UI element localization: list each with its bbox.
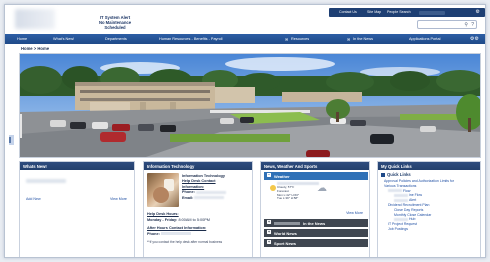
redacted-text: [274, 222, 300, 226]
alert-subtitle: No Maintenance Scheduled: [98, 20, 132, 30]
sport-news-header[interactable]: + Sport News: [264, 239, 368, 247]
panel-title: My Quick Links: [378, 162, 480, 170]
utility-bar: Contact Us Site Map People Search ⚙: [329, 8, 485, 17]
nav-whats-new[interactable]: What's New!: [53, 37, 74, 41]
people-search-link[interactable]: People Search: [387, 10, 411, 14]
building-photo: [20, 54, 480, 157]
settings-icons[interactable]: ⚙⚙: [470, 36, 479, 42]
whats-new-panel: Whats New! Add New View More: [19, 161, 135, 257]
breadcrumb: Home > Home: [21, 46, 50, 51]
quick-links-list: Approval Policies and Authorization Limi…: [384, 179, 480, 232]
hand: [153, 187, 169, 203]
redacted-text: [394, 217, 408, 221]
site-logo[interactable]: [15, 9, 55, 29]
scroll-handle[interactable]: [475, 257, 478, 258]
in-the-news-label: In the News: [303, 220, 326, 226]
cloud-icon: ☁: [317, 183, 327, 194]
sport-news-label: Sport News: [274, 240, 297, 246]
nav-resources[interactable]: Resources: [291, 37, 309, 41]
weather-lines: Cloudy, 57°F Forecast Mon L:42° H:60° Tu…: [277, 185, 299, 201]
world-news-label: World News: [274, 230, 297, 236]
nav-applications-portal[interactable]: Applications Portal: [409, 37, 440, 41]
weather-label: Weather: [274, 173, 290, 179]
quick-link-label: Flow: [403, 188, 411, 193]
side-tab-marker: [9, 137, 11, 143]
world-news-header[interactable]: + World News: [264, 229, 368, 237]
sun-icon: [270, 185, 276, 191]
nav-home[interactable]: Home: [17, 37, 27, 41]
search-icon[interactable]: ⚲: [464, 22, 468, 28]
add-new-link[interactable]: Add New: [26, 197, 41, 201]
redacted-phone: [160, 232, 191, 236]
quick-link[interactable]: Job Postings: [384, 227, 480, 232]
browser-frame: IT System Alert No Maintenance Scheduled…: [4, 4, 486, 258]
quick-link-label: Hub: [409, 217, 416, 222]
site-map-link[interactable]: Site Map: [367, 10, 381, 14]
it-system-alert[interactable]: IT System Alert No Maintenance Scheduled: [91, 15, 139, 30]
redacted-email: [194, 196, 225, 200]
hours-time: 8:00AM to 5:00PM: [178, 217, 210, 222]
quick-links-heading: Quick Links: [381, 172, 411, 177]
it-photo: [147, 173, 179, 207]
collapse-icon[interactable]: −: [267, 173, 271, 178]
news-icon: ✉: [347, 36, 351, 42]
redacted-text: [394, 193, 408, 197]
it-contact-info: Information Technology Help Desk Contact…: [182, 174, 250, 201]
redacted-line: [26, 179, 66, 183]
redacted-phone: [195, 190, 226, 194]
quick-link-label: Alert: [409, 198, 417, 203]
hours-days: Monday - Friday:: [147, 217, 178, 222]
resources-icon: ✉: [285, 36, 289, 42]
panel-title: News, Weather And Sports: [261, 162, 369, 170]
site-header: IT System Alert No Maintenance Scheduled…: [5, 5, 485, 33]
nav-human-resources[interactable]: Human Resources - Benefits - Payroll: [159, 37, 223, 41]
phone-label: Phone:: [182, 190, 195, 195]
weather-body: Cloudy, 57°F Forecast Mon L:42° H:60° Tu…: [265, 181, 367, 209]
search-input[interactable]: ⚲ ?: [417, 20, 477, 29]
view-more-link[interactable]: View More: [110, 197, 127, 201]
expand-icon[interactable]: +: [267, 220, 271, 225]
redacted-text: [394, 198, 408, 202]
quick-links-panel: My Quick Links Quick Links Approval Poli…: [377, 161, 481, 258]
panel-title: Whats New!: [20, 162, 134, 170]
folder-icon: [381, 172, 385, 177]
in-the-news-header[interactable]: + In the News: [264, 219, 368, 227]
weather-line: Tue L:39° H:58°: [277, 196, 299, 201]
email-label: Email:: [182, 195, 194, 200]
nav-departments[interactable]: Departments: [105, 37, 127, 41]
it-panel: Information Technology Information Techn…: [143, 161, 253, 257]
gear-icon[interactable]: ⚙: [476, 9, 480, 15]
view-more-link[interactable]: View More: [346, 211, 363, 215]
expand-icon[interactable]: +: [267, 230, 271, 235]
quick-links-label: Quick Links: [387, 172, 411, 177]
hero-photo: [19, 53, 481, 158]
help-icon[interactable]: ?: [471, 22, 474, 28]
people-search-field[interactable]: [419, 10, 445, 15]
panel-title: Information Technology: [144, 162, 252, 170]
after-hours-phone-label: Phone:: [147, 231, 160, 236]
weather-header[interactable]: − Weather: [264, 172, 368, 180]
quick-link-label: ine Flow: [409, 193, 423, 198]
news-panel: News, Weather And Sports − Weather Cloud…: [260, 161, 370, 257]
help-note: **If you contact the help desk after nor…: [147, 240, 223, 245]
contact-us-link[interactable]: Contact Us: [339, 10, 357, 14]
main-nav: Home What's New! Departments Human Resou…: [5, 34, 485, 44]
expand-icon[interactable]: +: [267, 240, 271, 245]
it-hours: Help Desk Hours: Monday - Friday: 8:00AM…: [147, 212, 251, 246]
redacted-text: [388, 189, 402, 193]
nav-in-the-news[interactable]: In the News: [353, 37, 373, 41]
